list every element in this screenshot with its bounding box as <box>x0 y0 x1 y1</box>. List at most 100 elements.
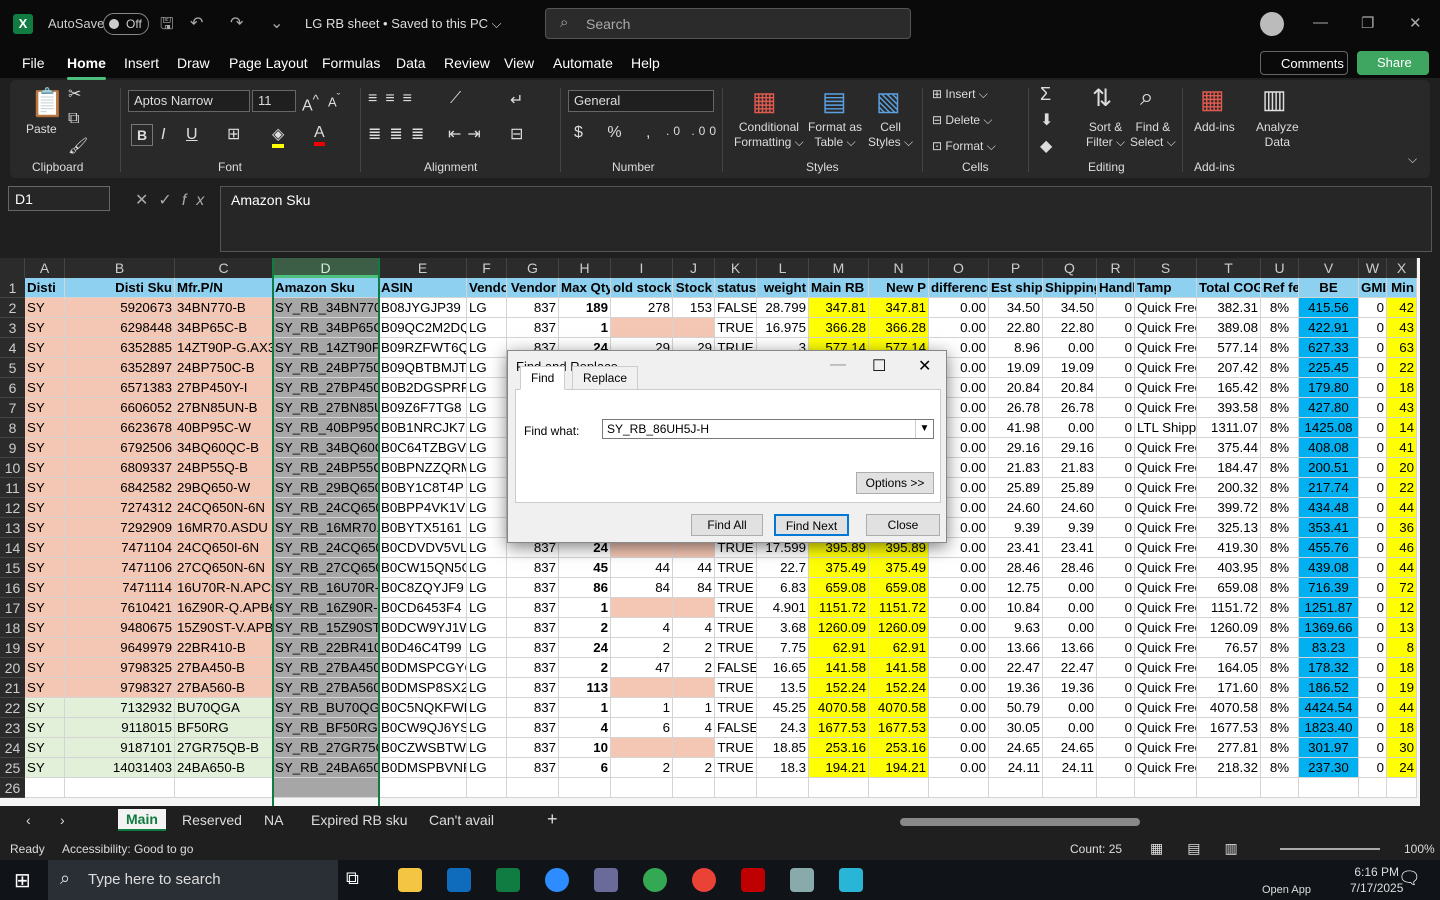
table-cell[interactable]: 0 <box>1097 498 1135 518</box>
column-header-j[interactable]: J <box>673 258 715 278</box>
table-cell[interactable]: Quick Free <box>1135 638 1197 658</box>
table-cell[interactable] <box>1043 778 1097 798</box>
table-cell[interactable]: 152.24 <box>869 678 929 698</box>
tab-home[interactable]: Home <box>67 55 106 80</box>
table-cell[interactable]: 16Z90R-Q.APB6 <box>175 598 273 618</box>
header-cell[interactable]: Tamp <box>1135 278 1197 298</box>
table-cell[interactable] <box>809 778 869 798</box>
table-cell[interactable]: 577.14 <box>1197 338 1261 358</box>
column-header-p[interactable]: P <box>989 258 1043 278</box>
table-cell[interactable]: B0DMSPCGYQ <box>379 658 467 678</box>
column-header-b[interactable]: B <box>65 258 175 278</box>
table-cell[interactable]: 44 <box>1387 558 1417 578</box>
table-cell[interactable]: 375.44 <box>1197 438 1261 458</box>
paste-icon[interactable]: 📋 <box>30 86 65 119</box>
table-cell[interactable]: TRUE <box>715 638 757 658</box>
table-cell[interactable]: 5920673 <box>65 298 175 318</box>
table-cell[interactable]: TRUE <box>715 318 757 338</box>
table-cell[interactable]: Quick Free <box>1135 498 1197 518</box>
table-cell[interactable]: 0.00 <box>929 318 989 338</box>
table-cell[interactable]: 1 <box>673 698 715 718</box>
table-cell[interactable]: 277.81 <box>1197 738 1261 758</box>
table-cell[interactable]: FALSE <box>715 658 757 678</box>
table-cell[interactable]: Quick Free <box>1135 698 1197 718</box>
table-cell[interactable]: 9118015 <box>65 718 175 738</box>
sort-filter-button[interactable]: Sort & Filter ⌵ <box>1086 120 1125 150</box>
table-cell[interactable]: SY_RB_34BN770-B <box>273 298 379 318</box>
table-cell[interactable]: 44 <box>611 558 673 578</box>
table-cell[interactable]: 0 <box>1097 518 1135 538</box>
table-cell[interactable]: LG <box>467 758 507 778</box>
table-cell[interactable]: 27BP450Y-I <box>175 378 273 398</box>
table-cell[interactable]: 7.75 <box>757 638 809 658</box>
name-box[interactable]: D1 <box>8 186 110 211</box>
table-cell[interactable]: 837 <box>507 698 559 718</box>
column-header-f[interactable]: F <box>467 258 507 278</box>
table-cell[interactable]: 24BP55Q-B <box>175 458 273 478</box>
format-as-table-icon[interactable]: ▤ <box>822 86 847 117</box>
table-cell[interactable] <box>1359 778 1387 798</box>
table-cell[interactable]: Quick Free <box>1135 378 1197 398</box>
table-cell[interactable]: 24.65 <box>989 738 1043 758</box>
table-cell[interactable]: 179.80 <box>1299 378 1359 398</box>
table-cell[interactable]: 716.39 <box>1299 578 1359 598</box>
table-cell[interactable]: 24.3 <box>757 718 809 738</box>
table-cell[interactable]: 1677.53 <box>809 718 869 738</box>
add-sheet-icon[interactable]: + <box>547 809 558 830</box>
table-cell[interactable]: SY_RB_29BQ650-W <box>273 478 379 498</box>
table-cell[interactable]: 18 <box>1387 378 1417 398</box>
column-header-w[interactable]: W <box>1359 258 1387 278</box>
table-cell[interactable]: SY <box>25 438 65 458</box>
table-cell[interactable]: TRUE <box>715 558 757 578</box>
table-cell[interactable]: 13.66 <box>1043 638 1097 658</box>
table-cell[interactable]: 1260.09 <box>1197 618 1261 638</box>
table-cell[interactable]: 1677.53 <box>869 718 929 738</box>
table-cell[interactable]: LG <box>467 718 507 738</box>
tab-review[interactable]: Review <box>444 55 490 71</box>
comments-button[interactable]: Comments <box>1260 51 1348 75</box>
table-cell[interactable]: 6352897 <box>65 358 175 378</box>
table-cell[interactable]: 83.23 <box>1299 638 1359 658</box>
table-cell[interactable]: 27BN85UN-B <box>175 398 273 418</box>
table-cell[interactable]: 0 <box>1097 398 1135 418</box>
excel-icon[interactable] <box>496 868 520 892</box>
table-cell[interactable]: SY_RB_15Z90ST-V <box>273 618 379 638</box>
table-cell[interactable]: B0CD6453F4 <box>379 598 467 618</box>
table-cell[interactable]: TRUE <box>715 618 757 638</box>
table-cell[interactable]: 8% <box>1261 418 1299 438</box>
table-cell[interactable]: 24 <box>559 638 611 658</box>
sheet-tab-reserved[interactable]: Reserved <box>182 812 242 828</box>
table-cell[interactable]: B0BYTX5161 <box>379 518 467 538</box>
table-cell[interactable]: 207.42 <box>1197 358 1261 378</box>
dialog-close-icon[interactable]: ✕ <box>918 356 931 376</box>
table-cell[interactable]: SY_RB_24BA650-B <box>273 758 379 778</box>
table-cell[interactable]: 26.78 <box>1043 398 1097 418</box>
table-cell[interactable]: 27BA450-B <box>175 658 273 678</box>
table-cell[interactable]: 34.50 <box>1043 298 1097 318</box>
addins-icon[interactable]: ▦ <box>1200 84 1225 115</box>
table-cell[interactable]: 171.60 <box>1197 678 1261 698</box>
table-cell[interactable]: 0 <box>1359 438 1387 458</box>
table-cell[interactable]: 278 <box>611 298 673 318</box>
table-cell[interactable]: 2 <box>559 658 611 678</box>
table-cell[interactable]: 0 <box>1359 678 1387 698</box>
table-cell[interactable]: 0.00 <box>929 618 989 638</box>
tab-page-layout[interactable]: Page Layout <box>229 55 308 71</box>
table-cell[interactable]: B0D46C4T99 <box>379 638 467 658</box>
table-cell[interactable]: 86 <box>559 578 611 598</box>
header-cell[interactable]: BE <box>1299 278 1359 298</box>
table-cell[interactable]: 40BP95C-W <box>175 418 273 438</box>
column-header-r[interactable]: R <box>1097 258 1135 278</box>
table-cell[interactable]: 353.41 <box>1299 518 1359 538</box>
table-cell[interactable]: 22.47 <box>989 658 1043 678</box>
table-cell[interactable]: 8% <box>1261 718 1299 738</box>
table-cell[interactable]: B09RZFWT6Q <box>379 338 467 358</box>
table-cell[interactable]: 1 <box>611 698 673 718</box>
table-cell[interactable]: 4.901 <box>757 598 809 618</box>
table-cell[interactable]: 393.58 <box>1197 398 1261 418</box>
column-header-o[interactable]: O <box>929 258 989 278</box>
outlook-icon[interactable] <box>447 868 471 892</box>
table-cell[interactable]: 659.08 <box>869 578 929 598</box>
wrap-text-icon[interactable]: ↵ <box>510 90 523 110</box>
column-header-u[interactable]: U <box>1261 258 1299 278</box>
